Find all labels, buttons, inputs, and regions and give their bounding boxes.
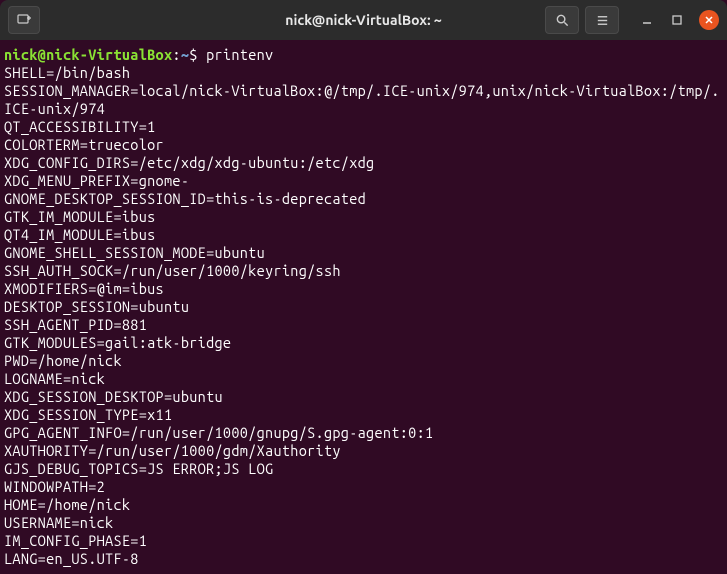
output-line: USERNAME=nick — [4, 514, 723, 532]
maximize-button[interactable] — [669, 12, 685, 28]
output-line: GNOME_DESKTOP_SESSION_ID=this-is-depreca… — [4, 190, 723, 208]
output-line: GJS_DEBUG_TOPICS=JS ERROR;JS LOG — [4, 460, 723, 478]
output-line: PWD=/home/nick — [4, 352, 723, 370]
output-line: XAUTHORITY=/run/user/1000/gdm/Xauthority — [4, 442, 723, 460]
window-title: nick@nick-VirtualBox: ~ — [285, 12, 441, 28]
prompt-line: nick@nick-VirtualBox:~$ printenv — [4, 46, 723, 64]
output-line: WINDOWPATH=2 — [4, 478, 723, 496]
minimize-icon — [641, 14, 653, 26]
output-line: SSH_AGENT_PID=881 — [4, 316, 723, 334]
prompt-colon: : — [172, 46, 180, 63]
output-line: COLORTERM=truecolor — [4, 136, 723, 154]
output-line: XDG_CONFIG_DIRS=/etc/xdg/xdg-ubuntu:/etc… — [4, 154, 723, 172]
terminal-content[interactable]: nick@nick-VirtualBox:~$ printenv SHELL=/… — [0, 40, 727, 574]
output-line: DESKTOP_SESSION=ubuntu — [4, 298, 723, 316]
search-icon — [555, 13, 570, 28]
output-line: QT_ACCESSIBILITY=1 — [4, 118, 723, 136]
output-line: SESSION_MANAGER=local/nick-VirtualBox:@/… — [4, 82, 723, 118]
hamburger-icon — [595, 13, 610, 28]
window-controls — [639, 10, 719, 30]
close-button[interactable] — [699, 10, 719, 30]
output-line: GNOME_SHELL_SESSION_MODE=ubuntu — [4, 244, 723, 262]
output-line: GTK_MODULES=gail:atk-bridge — [4, 334, 723, 352]
command-text: printenv — [206, 46, 273, 63]
menu-button[interactable] — [585, 6, 619, 34]
output-line: XDG_MENU_PREFIX=gnome- — [4, 172, 723, 190]
new-tab-icon — [16, 12, 32, 28]
titlebar-left — [8, 6, 44, 34]
output-line: LOGNAME=nick — [4, 370, 723, 388]
output-line: HOME=/home/nick — [4, 496, 723, 514]
output-line: LANG=en_US.UTF-8 — [4, 550, 723, 568]
output-line: IM_CONFIG_PHASE=1 — [4, 532, 723, 550]
output-line: XDG_SESSION_TYPE=x11 — [4, 406, 723, 424]
output-line: GTK_IM_MODULE=ibus — [4, 208, 723, 226]
prompt-dollar: $ — [189, 46, 206, 63]
close-icon — [704, 15, 714, 25]
prompt-path: ~ — [181, 46, 189, 63]
output-line: XMODIFIERS=@im=ibus — [4, 280, 723, 298]
prompt-user-host: nick@nick-VirtualBox — [4, 46, 172, 63]
output-line: QT4_IM_MODULE=ibus — [4, 226, 723, 244]
output-line: XDG_SESSION_DESKTOP=ubuntu — [4, 388, 723, 406]
minimize-button[interactable] — [639, 12, 655, 28]
output-line: SSH_AUTH_SOCK=/run/user/1000/keyring/ssh — [4, 262, 723, 280]
output-line: GPG_AGENT_INFO=/run/user/1000/gnupg/S.gp… — [4, 424, 723, 442]
search-button[interactable] — [545, 6, 579, 34]
output-container: SHELL=/bin/bashSESSION_MANAGER=local/nic… — [4, 64, 723, 568]
new-tab-button[interactable] — [8, 6, 40, 34]
titlebar: nick@nick-VirtualBox: ~ — [0, 0, 727, 40]
titlebar-right — [545, 6, 719, 34]
output-line: SHELL=/bin/bash — [4, 64, 723, 82]
maximize-icon — [671, 14, 683, 26]
